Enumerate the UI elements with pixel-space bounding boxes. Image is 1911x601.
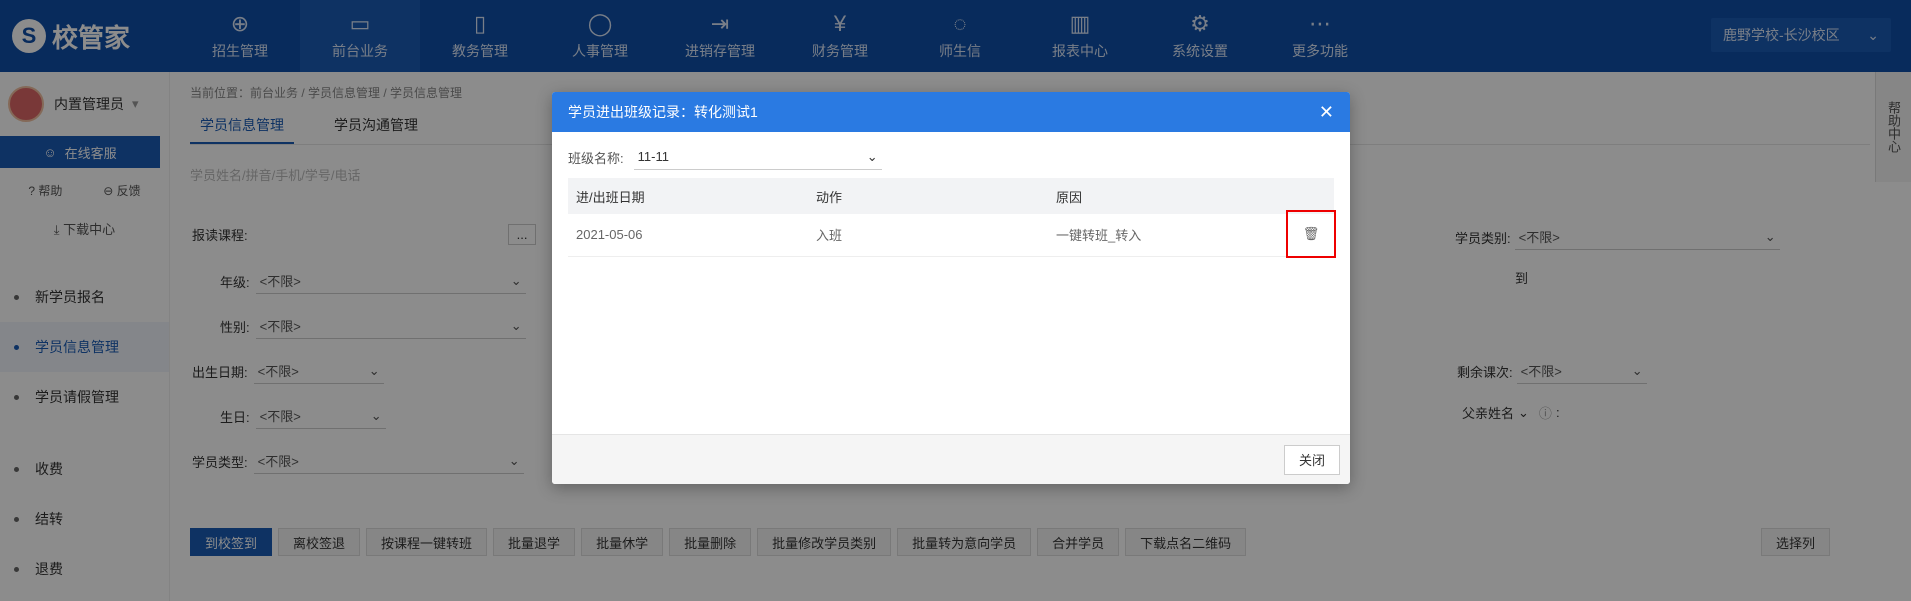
- col-reason: 原因: [1048, 178, 1278, 214]
- close-icon[interactable]: ✕: [1319, 102, 1334, 123]
- col-action: 动作: [808, 178, 1048, 214]
- class-record-modal: 学员进出班级记录：转化测试1 ✕ 班级名称: 11-11 ⌄ 进/出班日期 动作…: [552, 92, 1350, 484]
- modal-title: 学员进出班级记录：转化测试1: [568, 104, 758, 120]
- records-table: 进/出班日期 动作 原因 2021-05-06 入班 一键转班_转入 🗑: [568, 178, 1336, 258]
- modal-header: 学员进出班级记录：转化测试1 ✕: [552, 92, 1350, 132]
- class-name-row: 班级名称: 11-11 ⌄: [568, 144, 1334, 170]
- class-name-value: 11-11: [637, 149, 669, 164]
- row-action: 入班: [808, 214, 1048, 257]
- row-reason: 一键转班_转入: [1048, 214, 1278, 257]
- row-date: 2021-05-06: [568, 214, 808, 257]
- class-name-label: 班级名称:: [568, 150, 624, 166]
- table-row: 2021-05-06 入班 一键转班_转入 🗑: [568, 210, 1336, 258]
- modal-footer: 关闭: [552, 434, 1350, 484]
- trash-icon: 🗑: [1302, 226, 1320, 241]
- chevron-down-icon: ⌄: [866, 148, 878, 164]
- col-date: 进/出班日期: [568, 178, 808, 214]
- close-button[interactable]: 关闭: [1283, 444, 1340, 475]
- modal-body: 班级名称: 11-11 ⌄ 进/出班日期 动作 原因 2021-05-06 入班: [552, 132, 1350, 434]
- delete-button[interactable]: 🗑: [1286, 210, 1336, 258]
- class-name-select[interactable]: 11-11 ⌄: [633, 144, 882, 170]
- row-op-cell: 🗑: [1278, 210, 1336, 258]
- col-op: [1278, 178, 1334, 214]
- table-header-row: 进/出班日期 动作 原因: [568, 178, 1334, 214]
